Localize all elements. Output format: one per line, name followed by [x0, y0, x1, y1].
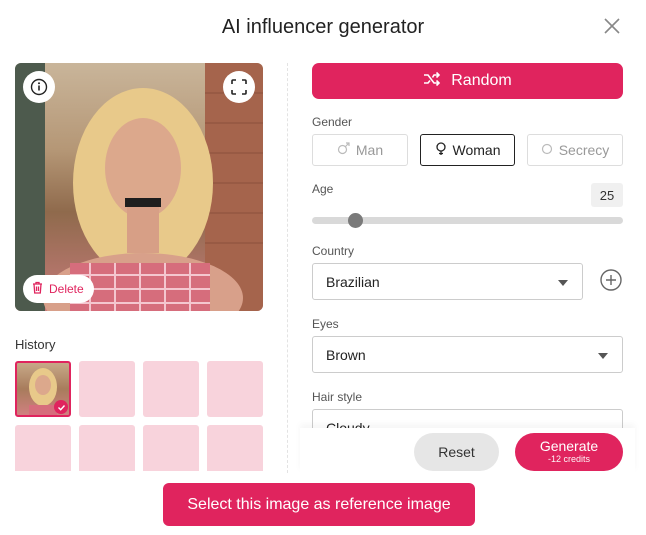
- gender-option-man[interactable]: Man: [312, 134, 408, 166]
- gender-option-label: Secrecy: [558, 142, 610, 158]
- history-thumb[interactable]: [79, 425, 135, 471]
- delete-button[interactable]: Delete: [23, 275, 94, 303]
- chevron-down-icon: [598, 353, 608, 359]
- hair-style-label: Hair style: [312, 390, 363, 404]
- delete-label: Delete: [49, 282, 84, 296]
- country-label: Country: [312, 244, 355, 258]
- history-thumb[interactable]: [15, 425, 71, 471]
- dialog-title: AI influencer generator: [221, 16, 425, 38]
- circle-icon: [541, 142, 553, 158]
- history-thumb[interactable]: [207, 425, 263, 471]
- eyes-select[interactable]: Brown: [312, 336, 623, 373]
- history-grid: [15, 361, 265, 471]
- history-label: History: [15, 337, 56, 352]
- eyes-label: Eyes: [312, 317, 339, 331]
- gender-option-secrecy[interactable]: Secrecy: [527, 134, 623, 166]
- random-label: Random: [451, 72, 512, 89]
- check-icon: [54, 400, 68, 414]
- hair-style-value: Cloudy: [326, 419, 370, 429]
- history-thumb[interactable]: [207, 361, 263, 417]
- settings-panel: Random Gender Man Woman Secrecy Age 25 C…: [312, 63, 632, 428]
- history-thumb[interactable]: [15, 361, 71, 417]
- hair-style-select[interactable]: Cloudy: [312, 409, 623, 428]
- history-thumb[interactable]: [143, 361, 199, 417]
- generate-cost: -12 credits: [547, 454, 591, 464]
- random-button[interactable]: Random: [312, 63, 623, 99]
- shuffle-icon: [423, 71, 441, 92]
- gender-label: Gender: [312, 115, 353, 129]
- gender-option-label: Man: [355, 142, 384, 158]
- female-icon: [435, 141, 447, 159]
- info-icon[interactable]: [23, 71, 55, 103]
- country-value: Brazilian: [326, 273, 380, 290]
- select-reference-button[interactable]: Select this image as reference image: [163, 483, 475, 526]
- preview-image: Delete: [15, 63, 263, 311]
- gender-option-woman[interactable]: Woman: [420, 134, 515, 166]
- eyes-value: Brown: [326, 346, 366, 363]
- panel-divider: [287, 63, 288, 473]
- reset-button[interactable]: Reset: [414, 433, 499, 471]
- age-label: Age: [312, 182, 334, 196]
- trash-icon: [31, 281, 44, 297]
- male-icon: [337, 142, 350, 158]
- fullscreen-icon[interactable]: [223, 71, 255, 103]
- age-slider-thumb[interactable]: [348, 213, 363, 228]
- age-value: 25: [591, 183, 623, 207]
- plus-circle-icon[interactable]: [600, 269, 622, 291]
- history-thumb[interactable]: [79, 361, 135, 417]
- close-icon[interactable]: [600, 14, 624, 38]
- generate-label: Generate: [539, 438, 599, 454]
- chevron-down-icon: [558, 280, 568, 286]
- history-thumb[interactable]: [143, 425, 199, 471]
- generate-button[interactable]: Generate -12 credits: [515, 433, 623, 471]
- gender-option-label: Woman: [452, 142, 501, 158]
- country-select[interactable]: Brazilian: [312, 263, 583, 300]
